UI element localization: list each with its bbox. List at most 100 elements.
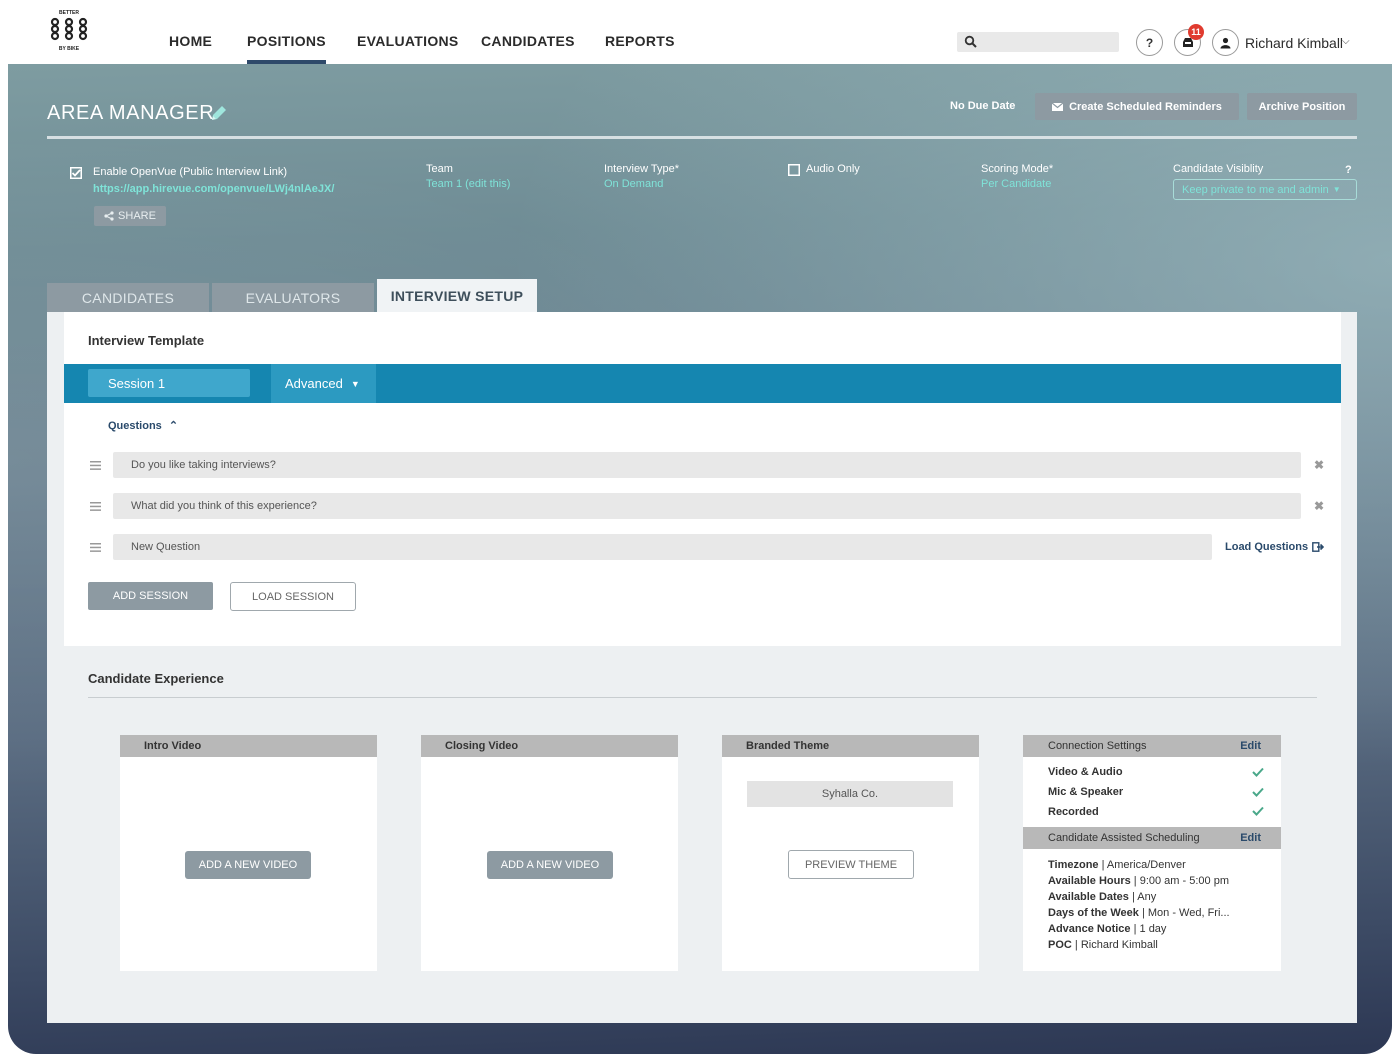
team-value-link[interactable]: Team 1 (edit this) <box>426 178 510 190</box>
search-input[interactable] <box>957 32 1119 52</box>
scoring-mode-value[interactable]: Per Candidate <box>981 178 1051 190</box>
nav-candidates[interactable]: CANDIDATES <box>481 33 575 49</box>
scheduling-detail: Days of the Week | Mon - Wed, Fri... <box>1048 907 1230 919</box>
remove-question-icon[interactable]: ✖ <box>1314 499 1324 513</box>
scheduling-detail: Available Hours | 9:00 am - 5:00 pm <box>1048 875 1229 887</box>
connection-settings-card: Connection Settings Edit Video & Audio M… <box>1023 735 1281 971</box>
section-divider <box>88 697 1317 698</box>
tab-candidates[interactable]: CANDIDATES <box>47 283 209 312</box>
caret-down-icon: ▼ <box>1332 185 1341 194</box>
chevron-up-icon: ⌃ <box>168 420 179 432</box>
question-input-2[interactable]: What did you think of this experience? <box>113 493 1301 519</box>
scheduling-detail: Available Dates | Any <box>1048 891 1157 903</box>
svg-text:BETTER: BETTER <box>59 10 79 16</box>
tab-evaluators[interactable]: EVALUATORS <box>212 283 374 312</box>
interview-type-label: Interview Type* <box>604 163 680 175</box>
advanced-label: Advanced <box>285 376 343 391</box>
user-menu[interactable]: Richard Kimball <box>1245 35 1343 51</box>
connection-item-label: Video & Audio <box>1048 766 1123 778</box>
nav-reports[interactable]: REPORTS <box>605 33 675 49</box>
drag-handle-icon[interactable] <box>90 543 101 552</box>
archive-position-button[interactable]: Archive Position <box>1247 93 1357 120</box>
connection-settings-header: Connection Settings Edit <box>1023 735 1281 757</box>
scoring-mode-label: Scoring Mode* <box>981 163 1054 175</box>
branded-theme-card: Branded Theme Syhalla Co. PREVIEW THEME <box>722 735 979 971</box>
nav-home[interactable]: HOME <box>169 33 212 49</box>
create-scheduled-reminders-button[interactable]: Create Scheduled Reminders <box>1035 93 1239 120</box>
scheduling-title: Candidate Assisted Scheduling <box>1048 832 1200 844</box>
candidate-experience-title: Candidate Experience <box>88 671 224 686</box>
closing-video-header: Closing Video <box>421 735 678 757</box>
export-icon <box>1312 542 1325 552</box>
connection-item-label: Mic & Speaker <box>1048 786 1124 798</box>
nav-positions[interactable]: POSITIONS <box>247 33 326 64</box>
openvue-checkbox[interactable] <box>70 167 82 179</box>
connection-item-label: Recorded <box>1048 806 1099 818</box>
user-icon <box>1220 37 1231 48</box>
scheduling-edit-link[interactable]: Edit <box>1240 832 1261 844</box>
session-bar <box>64 364 1341 403</box>
branded-theme-header: Branded Theme <box>722 735 979 757</box>
scheduling-detail: Timezone | America/Denver <box>1048 859 1186 871</box>
connection-settings-title: Connection Settings <box>1048 740 1147 752</box>
questions-toggle[interactable]: Questions ⌃ <box>108 419 178 432</box>
visibility-help-icon[interactable]: ? <box>1345 164 1352 176</box>
preview-theme-button[interactable]: PREVIEW THEME <box>788 850 914 879</box>
add-closing-video-button[interactable]: ADD A NEW VIDEO <box>487 851 613 879</box>
notification-count-badge: 11 <box>1188 24 1204 40</box>
audio-only-label: Audio Only <box>806 163 860 175</box>
interview-type-value[interactable]: On Demand <box>604 178 663 190</box>
checkmark-icon <box>1252 787 1264 797</box>
share-label: SHARE <box>118 210 156 222</box>
new-question-input[interactable]: New Question <box>113 534 1212 560</box>
question-input-1[interactable]: Do you like taking interviews? <box>113 452 1301 478</box>
load-questions-link[interactable]: Load Questions <box>1225 541 1325 553</box>
team-label: Team <box>426 163 453 175</box>
checkmark-icon <box>1252 806 1264 816</box>
openvue-link[interactable]: https://app.hirevue.com/openvue/LWj4nlAe… <box>93 183 334 195</box>
theme-name-select[interactable]: Syhalla Co. <box>747 781 953 807</box>
connection-settings-edit-link[interactable]: Edit <box>1240 740 1261 752</box>
nav-evaluations[interactable]: EVALUATIONS <box>357 33 459 49</box>
openvue-label: Enable OpenVue (Public Interview Link) <box>93 166 288 178</box>
envelope-icon <box>1052 102 1064 111</box>
checkmark-icon <box>1252 767 1264 777</box>
session-tab-1[interactable]: Session 1 <box>88 369 250 397</box>
share-icon <box>104 211 114 221</box>
company-logo[interactable]: BETTER BY BIKE <box>46 8 92 54</box>
help-button[interactable]: ? <box>1136 29 1163 56</box>
intro-video-header: Intro Video <box>120 735 377 757</box>
share-button[interactable]: SHARE <box>94 206 166 226</box>
edit-pencil-icon[interactable] <box>209 103 229 123</box>
create-reminders-label: Create Scheduled Reminders <box>1069 100 1222 113</box>
top-navigation-bar: BETTER BY BIKE HOME POSITIONS EVALUATION… <box>0 0 1400 64</box>
scheduling-header: Candidate Assisted Scheduling Edit <box>1023 827 1281 849</box>
advanced-dropdown[interactable]: Advanced ▼ <box>271 364 376 403</box>
visibility-select-value: Keep private to me and admin <box>1182 183 1329 196</box>
add-intro-video-button[interactable]: ADD A NEW VIDEO <box>185 851 311 879</box>
visibility-select[interactable]: Keep private to me and admin ▼ <box>1173 179 1357 200</box>
audio-only-checkbox[interactable] <box>788 164 800 176</box>
remove-question-icon[interactable]: ✖ <box>1314 458 1324 472</box>
caret-down-icon: ▼ <box>350 378 360 389</box>
visibility-label: Candidate Visiblity <box>1173 163 1264 175</box>
svg-text:BY BIKE: BY BIKE <box>59 46 80 52</box>
search-icon <box>964 35 977 48</box>
interview-template-title: Interview Template <box>88 333 205 348</box>
load-session-button[interactable]: LOAD SESSION <box>230 582 356 611</box>
chevron-down-icon[interactable]: ⌵ <box>1342 36 1350 47</box>
questions-toggle-label: Questions <box>108 420 162 432</box>
user-avatar[interactable] <box>1212 29 1239 56</box>
closing-video-card: Closing Video ADD A NEW VIDEO <box>421 735 678 971</box>
scheduling-detail: Advance Notice | 1 day <box>1048 923 1167 935</box>
scheduling-detail: POC | Richard Kimball <box>1048 939 1158 951</box>
intro-video-card: Intro Video ADD A NEW VIDEO <box>120 735 377 971</box>
tab-interview-setup[interactable]: INTERVIEW SETUP <box>377 279 537 312</box>
drag-handle-icon[interactable] <box>90 502 101 511</box>
help-icon: ? <box>1145 35 1154 50</box>
title-divider <box>47 136 1357 139</box>
drag-handle-icon[interactable] <box>90 461 101 470</box>
due-date-status[interactable]: No Due Date <box>950 100 1015 112</box>
add-session-button[interactable]: ADD SESSION <box>88 582 213 610</box>
load-questions-label: Load Questions <box>1225 541 1309 553</box>
